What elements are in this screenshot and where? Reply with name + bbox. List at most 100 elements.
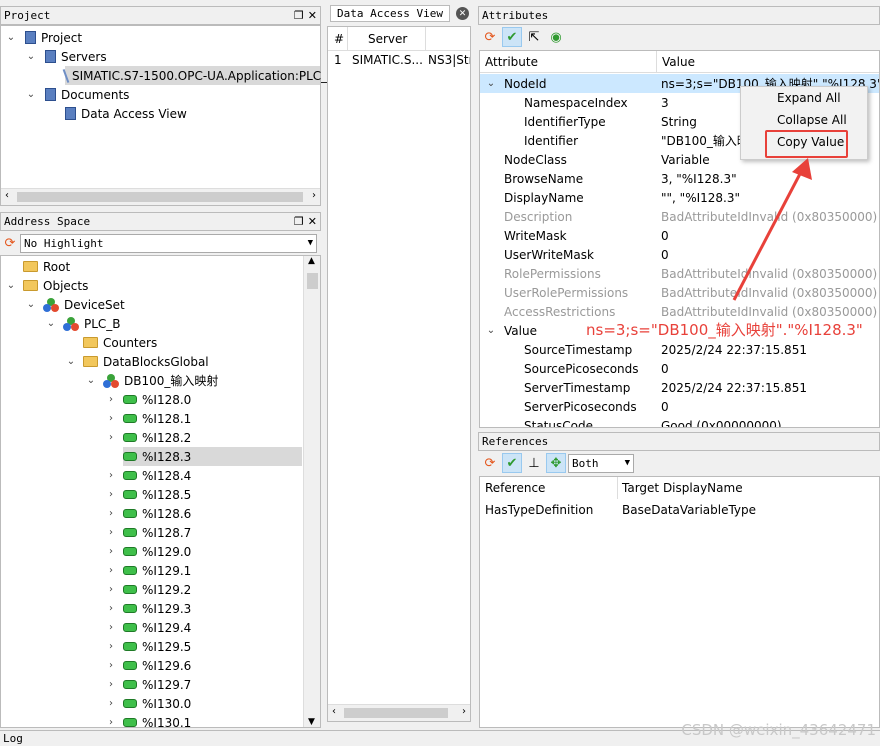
reference-row[interactable]: HasTypeDefinition BaseDataVariableType — [480, 500, 879, 520]
attribute-row[interactable]: ServerPicoseconds 0 — [480, 397, 879, 416]
move-icon[interactable]: ✥ — [546, 453, 566, 473]
tree-item-data-access-view[interactable]: Data Access View — [65, 104, 320, 123]
attribute-row[interactable]: ServerTimestamp 2025/2/24 22:37:15.851 — [480, 378, 879, 397]
tree-item[interactable]: %I128.3 — [123, 447, 302, 466]
chevron-right-icon[interactable]: › — [105, 527, 117, 539]
highlight-select[interactable]: No Highlight ▼ — [20, 233, 317, 253]
dav-row[interactable]: 1 SIMATIC.S... NS3|Str — [328, 51, 470, 70]
col-attribute[interactable]: Attribute — [485, 55, 538, 69]
dav-col-server[interactable]: Server — [368, 32, 407, 46]
tree-item[interactable]: Counters — [65, 333, 302, 352]
dav-col-num[interactable]: # — [334, 32, 344, 46]
target-icon[interactable]: ◉ — [546, 27, 566, 47]
chevron-right-icon[interactable]: › — [105, 698, 117, 710]
refresh-icon[interactable]: ⟳ — [0, 233, 20, 253]
tree-item[interactable]: › %I130.1 — [105, 713, 302, 727]
tree-item-project[interactable]: ⌄ Project — [5, 28, 320, 47]
tree-item[interactable]: › %I128.7 — [105, 523, 302, 542]
chevron-right-icon[interactable]: › — [105, 470, 117, 482]
tree-item[interactable]: › %I128.1 — [105, 409, 302, 428]
chevron-down-icon[interactable]: ⌄ — [45, 318, 57, 330]
chevron-down-icon[interactable]: ⌄ — [485, 324, 497, 336]
horizontal-scrollbar[interactable]: ‹ › — [1, 188, 320, 205]
chevron-right-icon[interactable]: › — [105, 546, 117, 558]
tree-item-server-connection[interactable]: SIMATIC.S7-1500.OPC-UA.Application:PLC_B — [62, 66, 335, 85]
chevron-right-icon[interactable]: › — [105, 603, 117, 615]
tree-item[interactable]: › %I128.0 — [105, 390, 302, 409]
chevron-right-icon[interactable]: › — [105, 413, 117, 425]
tree-item[interactable]: › %I129.0 — [105, 542, 302, 561]
dav-tab-label[interactable]: Data Access View — [330, 5, 450, 22]
direction-select[interactable]: Both ▼ — [568, 453, 634, 473]
col-target-displayname[interactable]: Target DisplayName — [622, 481, 743, 495]
tree-item[interactable]: › %I128.4 — [105, 466, 302, 485]
dropdown-arrow-icon: ▼ — [307, 238, 313, 248]
menu-expand-all[interactable]: Expand All — [741, 87, 867, 109]
cursor-icon[interactable]: ⇱ — [524, 27, 544, 47]
attribute-row[interactable]: SourceTimestamp 2025/2/24 22:37:15.851 — [480, 340, 879, 359]
chevron-right-icon[interactable]: › — [105, 584, 117, 596]
tree-item[interactable]: ⌄ Objects — [5, 276, 302, 295]
tree-item[interactable]: › %I129.6 — [105, 656, 302, 675]
chevron-right-icon[interactable]: › — [105, 565, 117, 577]
tree-item[interactable]: › %I129.5 — [105, 637, 302, 656]
close-icon[interactable]: ✕ — [308, 9, 317, 22]
attribute-name: SourcePicoseconds — [524, 361, 639, 376]
checkmark-icon[interactable]: ✔ — [502, 27, 522, 47]
tree-item-servers[interactable]: ⌄ Servers — [25, 47, 320, 66]
tree-item-documents[interactable]: ⌄ Documents — [25, 85, 320, 104]
attribute-row[interactable]: StatusCode Good (0x00000000) — [480, 416, 879, 428]
tree-item[interactable]: ⌄ DB100_输入映射 — [85, 371, 302, 390]
col-reference[interactable]: Reference — [485, 481, 545, 495]
chevron-right-icon[interactable]: › — [105, 660, 117, 672]
chevron-down-icon[interactable]: ⌄ — [25, 89, 37, 101]
chevron-right-icon[interactable]: › — [105, 394, 117, 406]
close-tab-icon[interactable]: ✕ — [456, 7, 469, 20]
chevron-down-icon[interactable]: ⌄ — [85, 375, 97, 387]
chevron-right-icon[interactable]: › — [105, 622, 117, 634]
tree-item[interactable]: › %I128.2 — [105, 428, 302, 447]
tree-item[interactable]: › %I129.7 — [105, 675, 302, 694]
attribute-row[interactable]: SourcePicoseconds 0 — [480, 359, 879, 378]
tree-item[interactable]: › %I129.2 — [105, 580, 302, 599]
tree-item[interactable]: Root — [5, 257, 302, 276]
chevron-down-icon[interactable]: ⌄ — [25, 299, 37, 311]
refresh-icon[interactable]: ⟳ — [480, 27, 500, 47]
close-icon[interactable]: ✕ — [308, 215, 317, 228]
tree-item[interactable]: ⌄ PLC_B — [45, 314, 302, 333]
tree-item[interactable]: ⌄ DeviceSet — [25, 295, 302, 314]
chevron-down-icon[interactable]: ⌄ — [5, 32, 17, 44]
chevron-right-icon[interactable]: › — [105, 717, 117, 727]
tree-label: Servers — [61, 49, 107, 64]
chevron-right-icon[interactable]: › — [105, 489, 117, 501]
dav-tab[interactable]: Data Access View ✕ — [327, 4, 472, 23]
chevron-right-icon[interactable]: › — [105, 432, 117, 444]
col-value[interactable]: Value — [662, 55, 695, 69]
chevron-down-icon[interactable]: ⌄ — [5, 280, 17, 292]
hierarchy-icon[interactable]: ⊥ — [524, 453, 544, 473]
chevron-down-icon[interactable]: ⌄ — [485, 77, 497, 89]
tree-item[interactable]: ⌄ DataBlocksGlobal — [65, 352, 302, 371]
chevron-right-icon[interactable]: › — [105, 679, 117, 691]
chevron-right-icon[interactable]: › — [105, 508, 117, 520]
address-space-tree: Root ⌄ Objects ⌄ DeviceSet ⌄ PLC_B Counters ⌄ Dat… — [0, 255, 321, 728]
project-tree: ⌄ Project ⌄ Servers SIMATIC.S7-1500.OPC-… — [0, 25, 335, 206]
menu-collapse-all[interactable]: Collapse All — [741, 109, 867, 131]
horizontal-scrollbar[interactable]: ‹ › — [328, 704, 470, 721]
references-header: Reference Target DisplayName — [480, 477, 879, 499]
tree-item[interactable]: › %I128.6 — [105, 504, 302, 523]
checkmark-icon[interactable]: ✔ — [502, 453, 522, 473]
tree-item[interactable]: › %I128.5 — [105, 485, 302, 504]
tree-item[interactable]: › %I130.0 — [105, 694, 302, 713]
tree-item[interactable]: › %I129.4 — [105, 618, 302, 637]
float-icon[interactable]: ❐ — [294, 9, 304, 22]
float-icon[interactable]: ❐ — [294, 215, 304, 228]
tree-item[interactable]: › %I129.1 — [105, 561, 302, 580]
chevron-down-icon[interactable]: ⌄ — [65, 356, 77, 368]
vertical-scrollbar[interactable]: ▲ ▼ — [303, 256, 320, 727]
chevron-right-icon[interactable]: › — [105, 641, 117, 653]
refresh-icon[interactable]: ⟳ — [480, 453, 500, 473]
chevron-down-icon[interactable]: ⌄ — [25, 51, 37, 63]
tree-item[interactable]: › %I129.3 — [105, 599, 302, 618]
tree-label: Documents — [61, 87, 130, 102]
